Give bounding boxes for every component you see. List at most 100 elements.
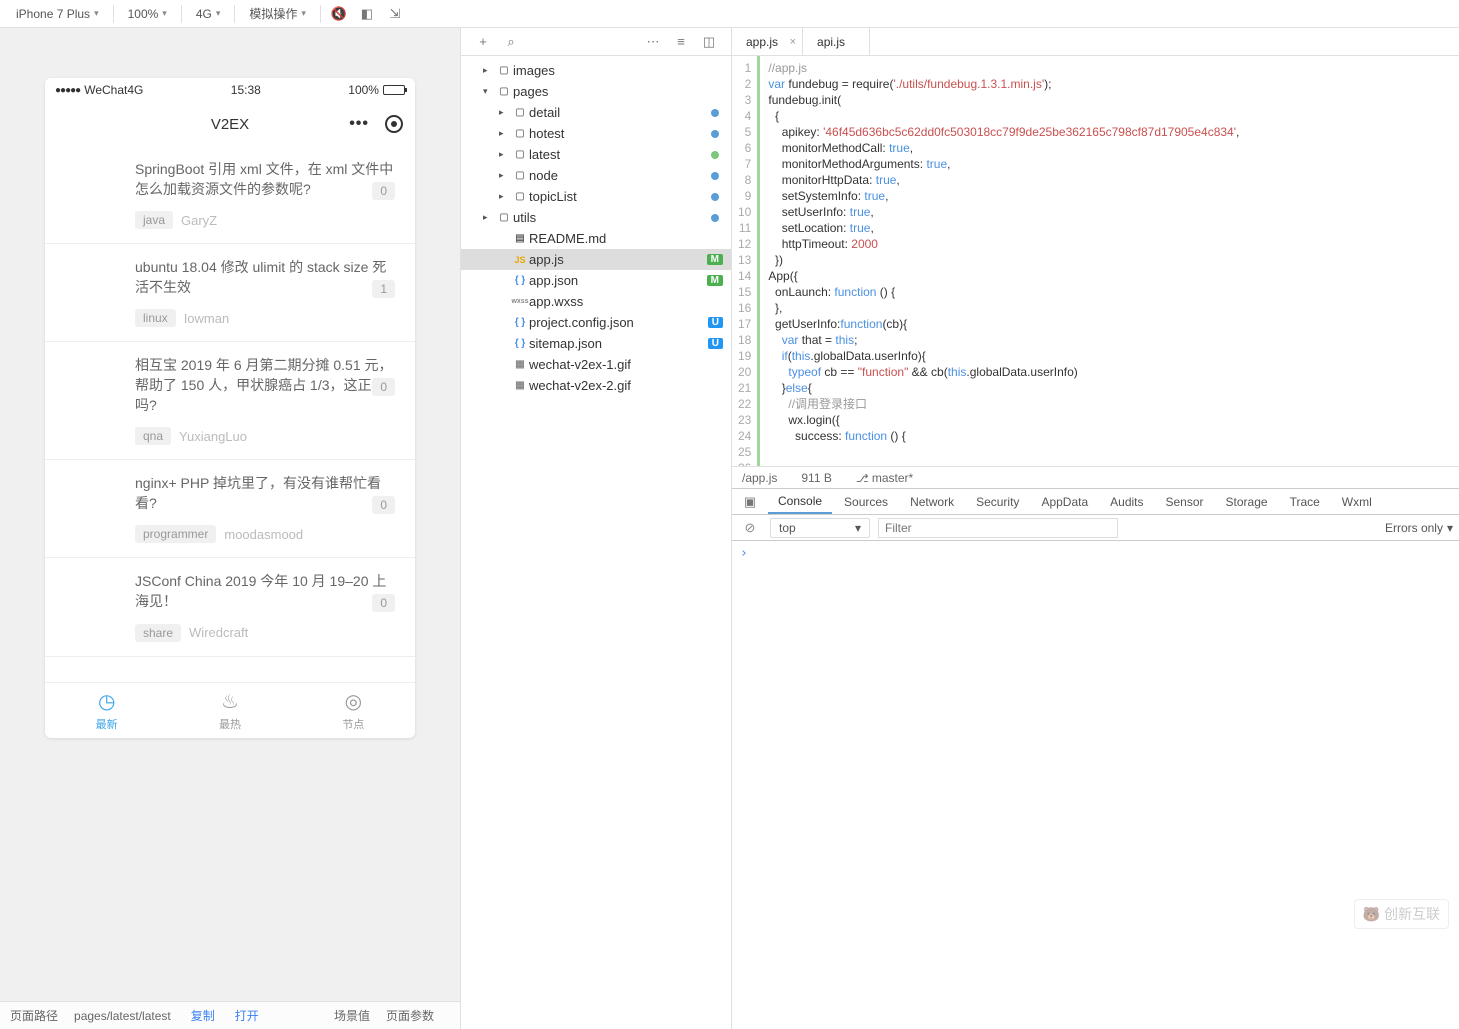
file-item[interactable]: { }project.config.jsonU (461, 312, 731, 333)
line-number[interactable]: 6 (738, 140, 751, 156)
close-icon[interactable]: × (790, 36, 796, 48)
topic-author[interactable]: GaryZ (181, 213, 217, 228)
topic-author[interactable]: Wiredcraft (189, 625, 248, 640)
log-level-dropdown[interactable]: Errors only▾ (1385, 521, 1453, 535)
editor-area[interactable]: 1234567891011121314151617181920212223242… (732, 56, 1459, 466)
add-icon[interactable]: + (469, 31, 497, 53)
topic-item[interactable]: JSConf China 2019 今年 10 月 19–20 上海见！ sha… (45, 558, 415, 656)
line-number[interactable]: 10 (738, 204, 751, 220)
topic-item[interactable]: 相互宝 2019 年 6 月第二期分摊 0.51 元，帮助了 150 人，甲状腺… (45, 342, 415, 460)
topic-tag[interactable]: java (135, 211, 173, 229)
folder-item[interactable]: ▾▢pages (461, 81, 731, 102)
line-number[interactable]: 18 (738, 332, 751, 348)
context-dropdown[interactable]: top▾ (770, 518, 870, 538)
open-link[interactable]: 打开 (235, 1007, 259, 1024)
tabbar-item[interactable]: ◷最新 (45, 683, 168, 738)
topic-tag[interactable]: linux (135, 309, 176, 327)
line-number[interactable]: 13 (738, 252, 751, 268)
git-branch[interactable]: ⎇ master* (856, 471, 913, 485)
inspect-icon[interactable]: ▣ (738, 491, 762, 513)
line-number[interactable]: 2 (738, 76, 751, 92)
line-number[interactable]: 16 (738, 300, 751, 316)
devtool-tab[interactable]: Audits (1100, 491, 1153, 513)
line-number[interactable]: 11 (738, 220, 751, 236)
file-item[interactable]: { }app.jsonM (461, 270, 731, 291)
line-number[interactable]: 20 (738, 364, 751, 380)
topic-author[interactable]: moodasmood (224, 527, 303, 542)
devtool-tab[interactable]: Storage (1216, 491, 1278, 513)
scene-label[interactable]: 场景值 (334, 1007, 370, 1024)
topic-author[interactable]: Iowman (184, 311, 230, 326)
line-number[interactable]: 3 (738, 92, 751, 108)
clear-console-icon[interactable]: ⊘ (738, 517, 762, 539)
topic-tag[interactable]: share (135, 624, 181, 642)
topic-tag[interactable]: qna (135, 427, 171, 445)
line-number[interactable]: 23 (738, 412, 751, 428)
volume-icon[interactable]: 🔇 (327, 3, 351, 25)
code-content[interactable]: //app.jsvar fundebug = require('./utils/… (760, 56, 1459, 466)
devtool-tab[interactable]: Security (966, 491, 1029, 513)
copy-link[interactable]: 复制 (191, 1007, 215, 1024)
line-number[interactable]: 17 (738, 316, 751, 332)
file-item[interactable]: JSapp.jsM (461, 249, 731, 270)
line-number[interactable]: 19 (738, 348, 751, 364)
rotate-icon[interactable]: ◧ (355, 3, 379, 25)
line-number[interactable]: 15 (738, 284, 751, 300)
target-icon[interactable] (385, 115, 403, 133)
line-number[interactable]: 4 (738, 108, 751, 124)
folder-item[interactable]: ▸▢node (461, 165, 731, 186)
topic-item[interactable]: SpringBoot 引用 xml 文件，在 xml 文件中怎么加载资源文件的参… (45, 146, 415, 244)
topic-tag[interactable]: programmer (135, 525, 216, 543)
devtool-tab[interactable]: Trace (1280, 491, 1330, 513)
editor-tab[interactable]: app.js× (732, 28, 803, 55)
line-number[interactable]: 8 (738, 172, 751, 188)
file-item[interactable]: ▤README.md (461, 228, 731, 249)
line-number[interactable]: 1 (738, 60, 751, 76)
file-item[interactable]: ▦wechat-v2ex-2.gif (461, 375, 731, 396)
line-number[interactable]: 24 (738, 428, 751, 444)
devtool-tab[interactable]: Wxml (1332, 491, 1382, 513)
topic-item[interactable]: ubuntu 18.04 修改 ulimit 的 stack size 死活不生… (45, 244, 415, 342)
file-item[interactable]: ▦wechat-v2ex-1.gif (461, 354, 731, 375)
folder-item[interactable]: ▸▢latest (461, 144, 731, 165)
file-item[interactable]: wxssapp.wxss (461, 291, 731, 312)
console-filter-input[interactable] (878, 518, 1118, 538)
topic-author[interactable]: YuxiangLuo (179, 429, 247, 444)
line-number[interactable]: 5 (738, 124, 751, 140)
devtool-tab[interactable]: Sensor (1156, 491, 1214, 513)
folder-item[interactable]: ▸▢images (461, 60, 731, 81)
settings-icon[interactable]: ≡ (667, 31, 695, 53)
folder-item[interactable]: ▸▢topicList (461, 186, 731, 207)
topic-feed[interactable]: SpringBoot 引用 xml 文件，在 xml 文件中怎么加载资源文件的参… (45, 146, 415, 682)
editor-tab[interactable]: api.js (803, 28, 870, 55)
devtool-tab[interactable]: Sources (834, 491, 898, 513)
search-icon[interactable]: ⌕ (497, 31, 525, 53)
folder-item[interactable]: ▸▢detail (461, 102, 731, 123)
page-params-label[interactable]: 页面参数 (386, 1007, 434, 1024)
popout-icon[interactable]: ⇲ (383, 3, 407, 25)
devtool-tab[interactable]: Network (900, 491, 964, 513)
line-number[interactable]: 12 (738, 236, 751, 252)
folder-item[interactable]: ▸▢hotest (461, 123, 731, 144)
line-number[interactable]: 7 (738, 156, 751, 172)
network-dropdown[interactable]: 4G▾ (188, 5, 229, 23)
line-number[interactable]: 25 (738, 444, 751, 460)
line-number[interactable]: 21 (738, 380, 751, 396)
menu-icon[interactable]: ••• (349, 115, 369, 133)
tabbar-item[interactable]: ◎节点 (292, 683, 415, 738)
line-number[interactable]: 9 (738, 188, 751, 204)
tabbar-item[interactable]: ♨最热 (168, 683, 291, 738)
line-number[interactable]: 14 (738, 268, 751, 284)
line-number[interactable]: 22 (738, 396, 751, 412)
topic-item[interactable]: nginx+ PHP 掉坑里了，有没有谁帮忙看看? programmermood… (45, 460, 415, 558)
file-item[interactable]: { }sitemap.jsonU (461, 333, 731, 354)
simulation-dropdown[interactable]: 模拟操作▾ (241, 3, 314, 24)
zoom-dropdown[interactable]: 100%▾ (120, 5, 175, 23)
folder-item[interactable]: ▸▢utils (461, 207, 731, 228)
more-icon[interactable]: ⋯ (639, 31, 667, 53)
collapse-icon[interactable]: ◫ (695, 31, 723, 53)
devtool-tab[interactable]: Console (768, 490, 832, 514)
console-body[interactable]: › (732, 541, 1459, 1029)
device-dropdown[interactable]: iPhone 7 Plus▾ (8, 5, 107, 23)
devtool-tab[interactable]: AppData (1031, 491, 1098, 513)
